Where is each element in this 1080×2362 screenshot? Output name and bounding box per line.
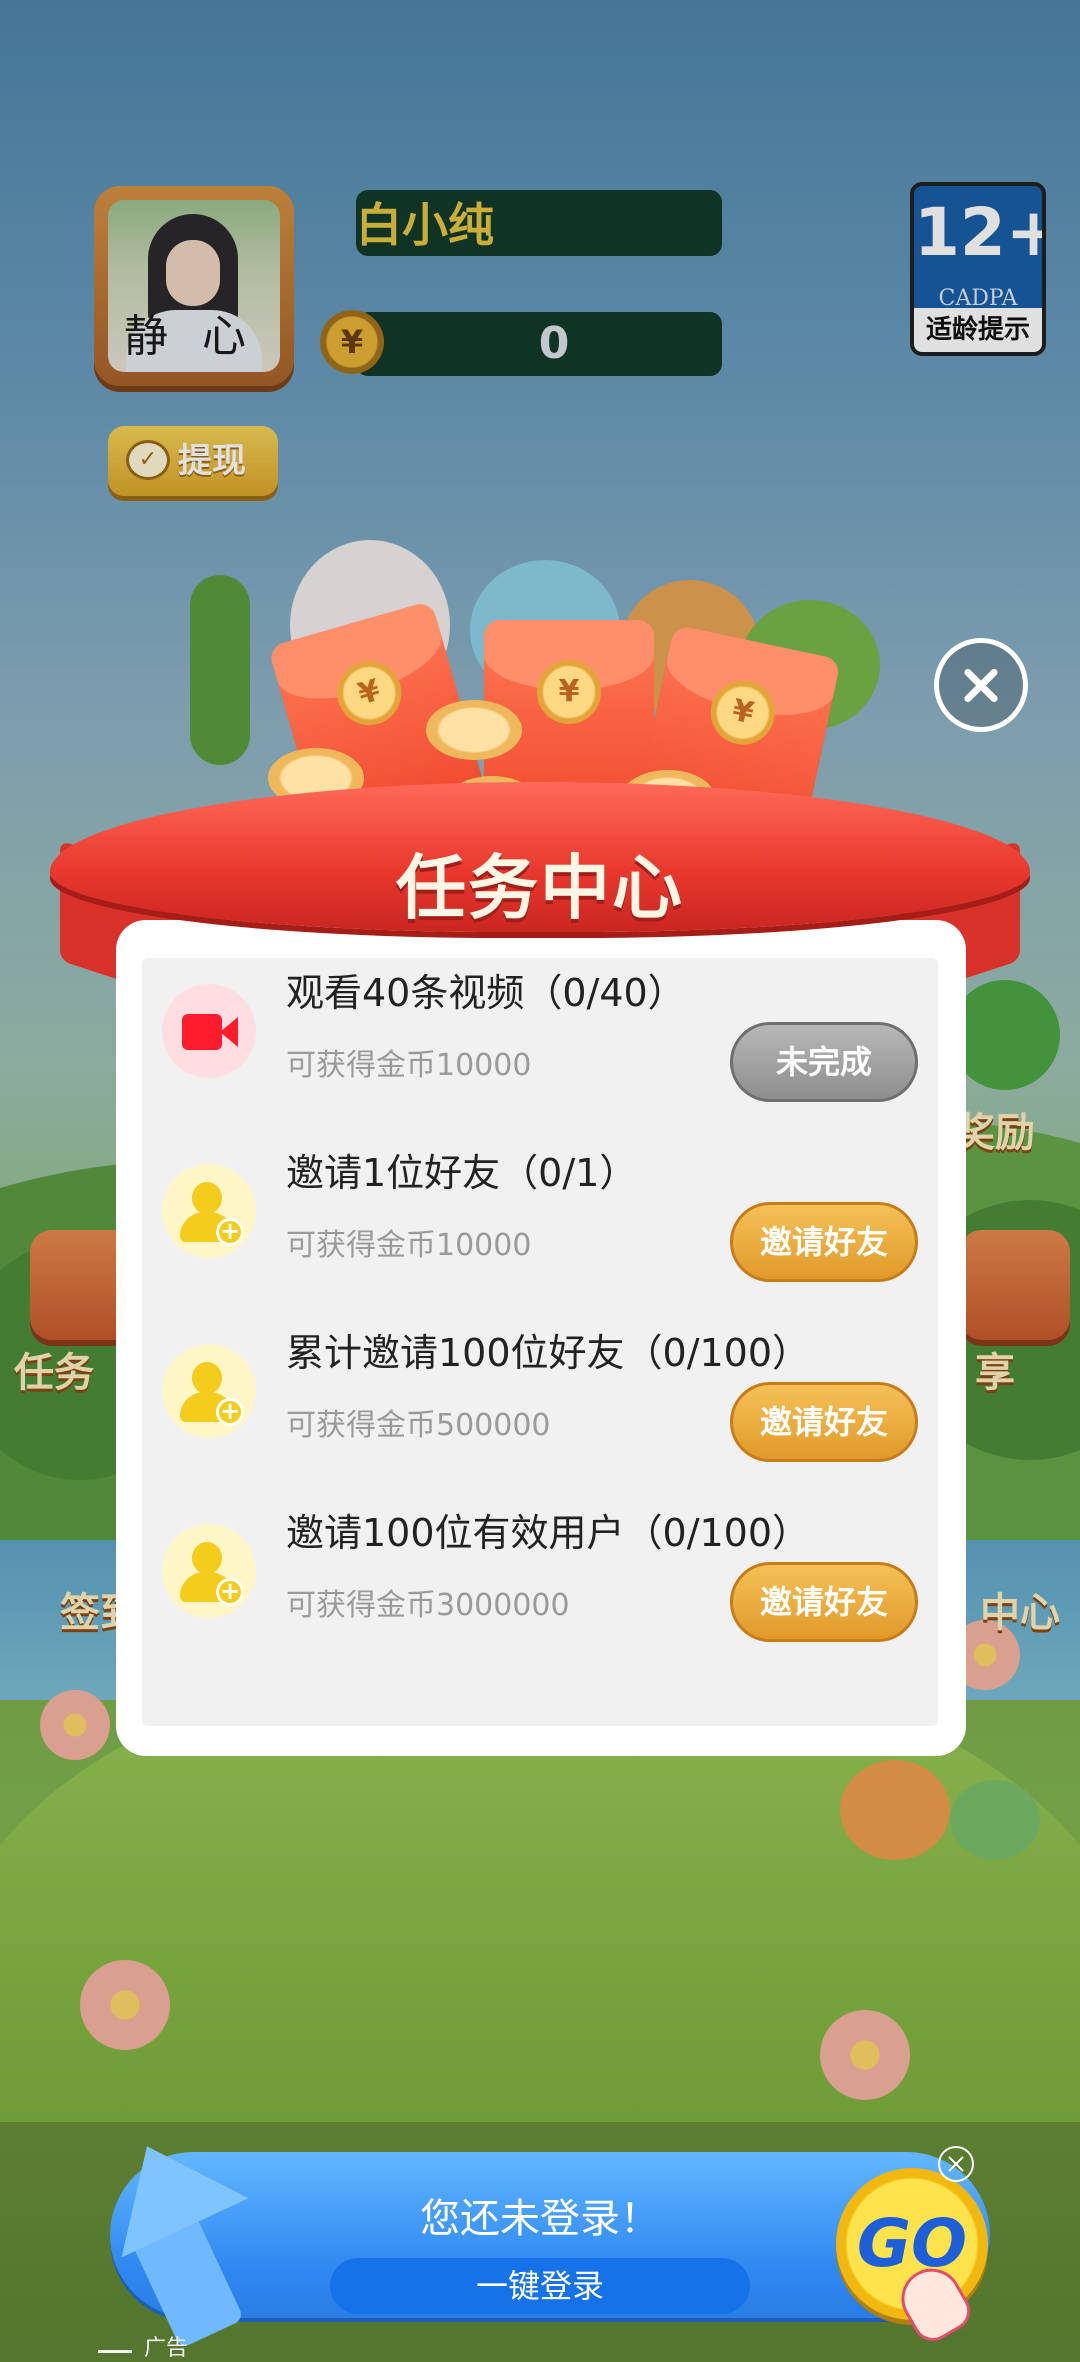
video-camera-icon	[162, 984, 256, 1078]
login-prompt: 您还未登录！	[420, 2196, 660, 2242]
gold-coin-icon	[426, 700, 522, 760]
task-row: + 邀请1位好友（0/1） 可获得金币10000 邀请好友	[142, 1138, 938, 1308]
task-reward: 可获得金币10000	[286, 1228, 532, 1263]
task-row: + 累计邀请100位好友（0/100） 可获得金币500000 邀请好友	[142, 1318, 938, 1488]
task-incomplete-button[interactable]: 未完成	[730, 1022, 918, 1102]
add-user-icon: +	[162, 1524, 256, 1618]
invite-friend-button[interactable]: 邀请好友	[730, 1562, 918, 1642]
dialog-title: 任务中心	[396, 847, 684, 929]
packet-seal: ¥	[537, 660, 601, 724]
task-row: 观看40条视频（0/40） 可获得金币10000 未完成	[142, 958, 938, 1128]
close-ad-icon[interactable]	[938, 2146, 974, 2182]
task-reward: 可获得金币10000	[286, 1048, 532, 1083]
task-row: + 邀请100位有效用户（0/100） 可获得金币3000000 邀请好友	[142, 1498, 938, 1668]
invite-friend-button[interactable]: 邀请好友	[730, 1202, 918, 1282]
add-user-icon: +	[162, 1164, 256, 1258]
ad-label: 广告	[144, 2336, 189, 2361]
add-user-icon: +	[162, 1344, 256, 1438]
one-click-login-button[interactable]: 一键登录	[330, 2258, 750, 2314]
close-dialog-button[interactable]	[934, 638, 1028, 732]
ad-logo-icon	[98, 2336, 132, 2353]
task-title: 邀请100位有效用户（0/100）	[286, 1511, 811, 1555]
task-reward: 可获得金币500000	[286, 1408, 551, 1443]
invite-friend-button[interactable]: 邀请好友	[730, 1382, 918, 1462]
task-reward: 可获得金币3000000	[286, 1588, 570, 1623]
task-title: 邀请1位好友（0/1）	[286, 1151, 638, 1195]
task-title: 累计邀请100位好友（0/100）	[286, 1331, 811, 1375]
task-title: 观看40条视频（0/40）	[286, 971, 686, 1015]
